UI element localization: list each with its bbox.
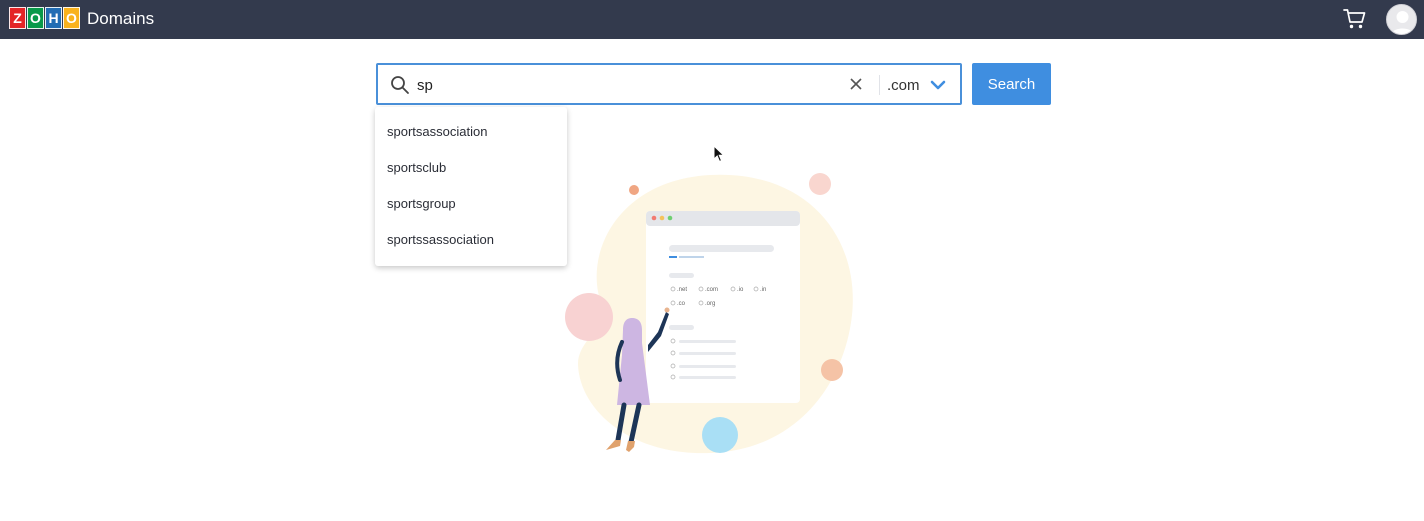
illustration-tld-com: .com [705, 287, 718, 293]
top-navbar: Z O H O Domains [0, 0, 1424, 39]
close-icon[interactable] [848, 76, 864, 92]
logo-letter-o2: O [63, 7, 80, 29]
logo-letter-h: H [45, 7, 62, 29]
tld-dropdown[interactable]: .com [887, 71, 957, 99]
zoho-logo[interactable]: Z O H O [9, 7, 81, 31]
cart-icon[interactable] [1343, 8, 1367, 30]
suggestion-item[interactable]: sportsgroup [375, 187, 567, 223]
illustration-tld-org: .org [705, 301, 715, 307]
illustration-tld-net: .net [677, 287, 687, 293]
suggestion-item[interactable]: sportsassociation [375, 115, 567, 151]
domain-search-box: .com [376, 63, 962, 105]
search-button[interactable]: Search [972, 63, 1051, 105]
mouse-pointer-icon [713, 145, 725, 163]
suggestion-item[interactable]: sportssassociation [375, 223, 567, 259]
search-divider [879, 75, 880, 95]
domain-search-input[interactable] [417, 74, 837, 96]
chevron-down-icon [930, 80, 945, 90]
illustration-tld-co: .co [677, 301, 686, 307]
app-title: Domains [87, 9, 155, 28]
empty-state-illustration: .net .com .io .in .co .org [565, 173, 853, 454]
user-avatar-icon [1390, 11, 1415, 34]
tld-selected-value: .com [887, 76, 920, 94]
illustration-tld-io: .io [737, 287, 744, 293]
suggestions-dropdown: sportsassociation sportsclub sportsgroup… [375, 107, 567, 266]
logo-letter-z: Z [9, 7, 26, 29]
suggestion-item[interactable]: sportsclub [375, 151, 567, 187]
logo-letter-o1: O [27, 7, 44, 29]
user-avatar[interactable] [1386, 4, 1417, 35]
illustration-tld-in: .in [760, 287, 766, 293]
search-icon [391, 76, 409, 94]
